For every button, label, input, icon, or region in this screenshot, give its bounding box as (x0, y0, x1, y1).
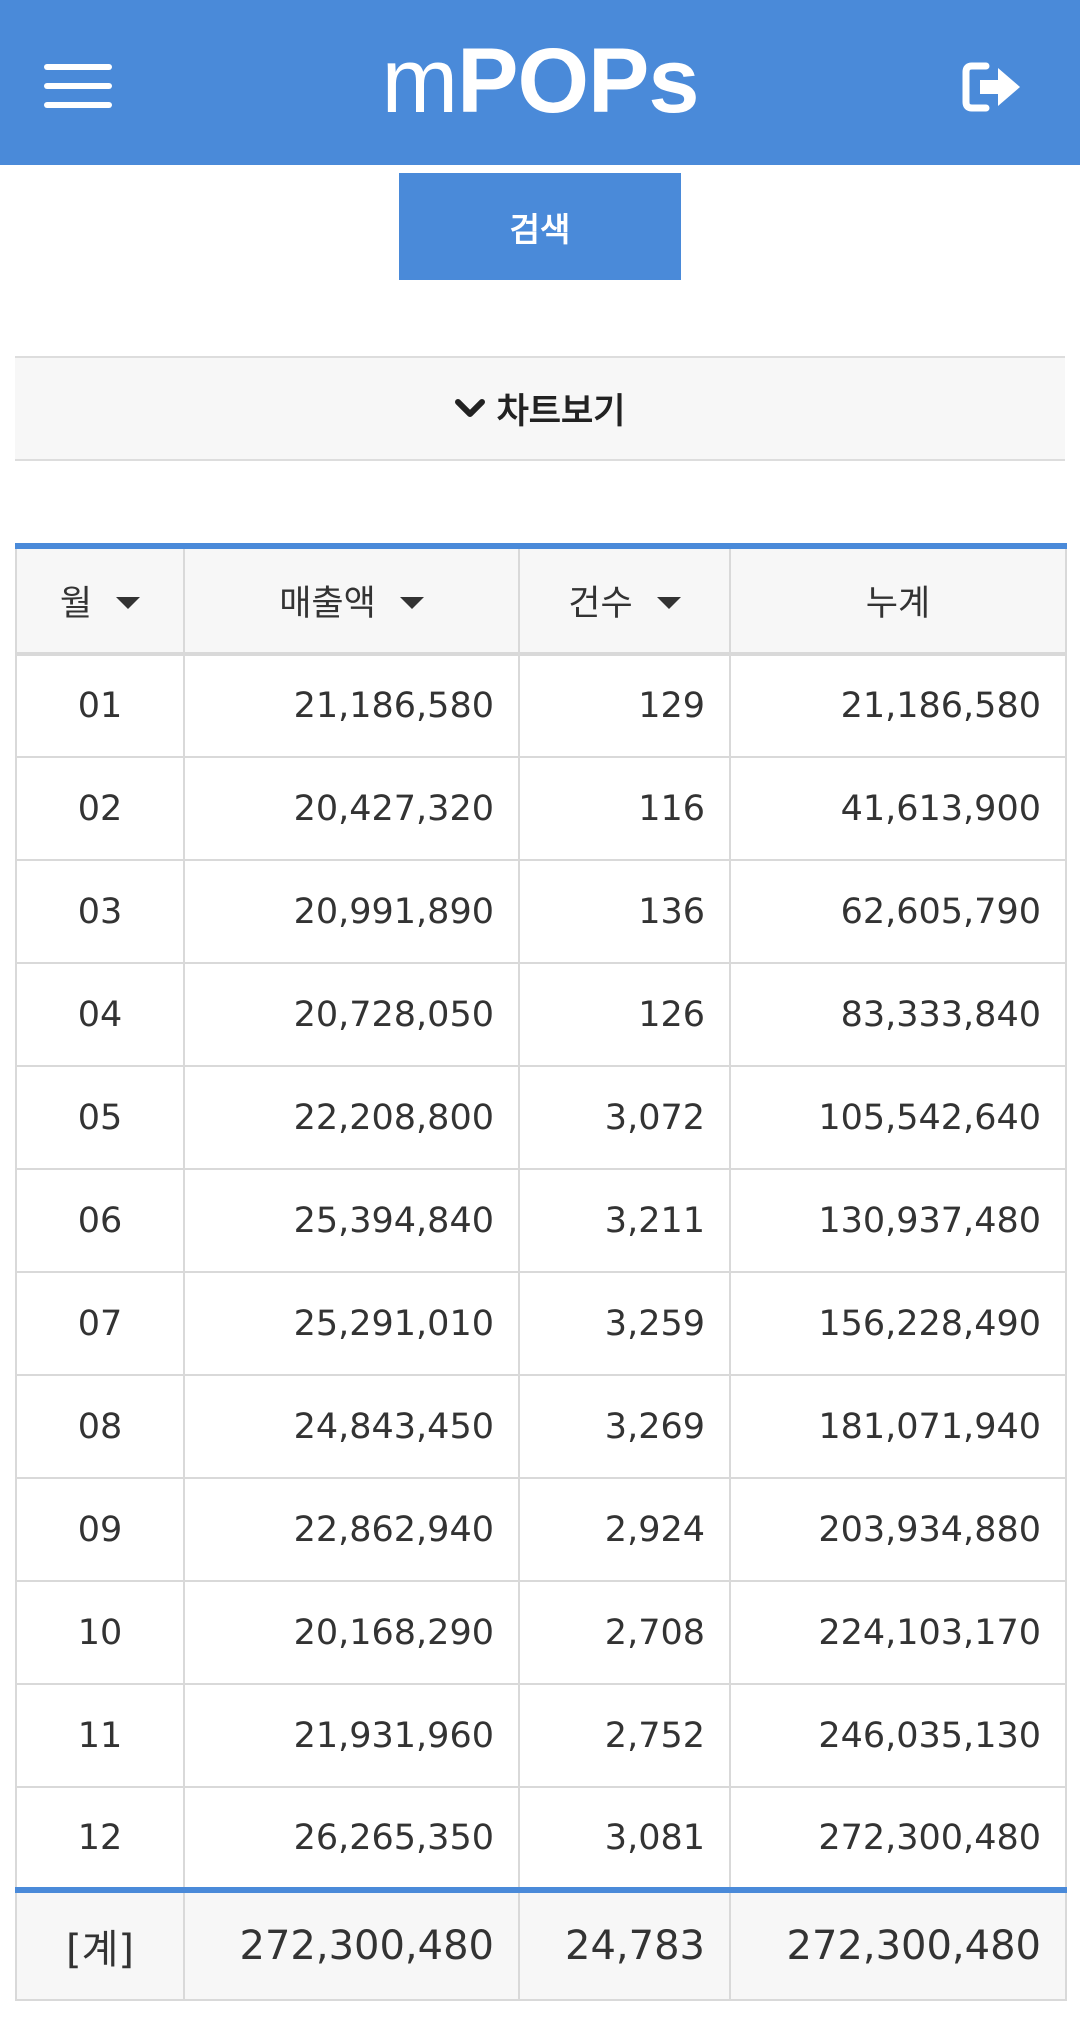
table-row: 04 20,728,050 126 83,333,840 (15, 962, 1067, 1067)
column-header-cumulative: 누계 (729, 545, 1067, 656)
column-header-label: 누계 (865, 584, 931, 624)
cumulative-cell: 224,103,170 (729, 1580, 1067, 1685)
table-row: 09 22,862,940 2,924 203,934,880 (15, 1477, 1067, 1582)
column-header-sales[interactable]: 매출액 (183, 545, 520, 656)
month-cell: 06 (15, 1168, 185, 1273)
total-cumulative-cell: 272,300,480 (729, 1889, 1067, 2001)
column-header-month[interactable]: 월 (15, 545, 185, 656)
sales-cell: 22,208,800 (183, 1065, 520, 1170)
sales-cell: 20,427,320 (183, 756, 520, 861)
total-label-cell: [계] (15, 1889, 185, 2001)
table-header-row: 월 매출액 건수 누계 (15, 545, 1067, 656)
count-cell: 3,211 (518, 1168, 731, 1273)
chart-toggle-button[interactable]: 차트보기 (15, 356, 1065, 461)
search-button[interactable]: 검색 (399, 173, 681, 280)
month-cell: 11 (15, 1683, 185, 1788)
cumulative-cell: 181,071,940 (729, 1374, 1067, 1479)
sort-caret-icon (656, 597, 681, 609)
table-row: 08 24,843,450 3,269 181,071,940 (15, 1374, 1067, 1479)
sales-cell: 25,394,840 (183, 1168, 520, 1273)
cumulative-cell: 62,605,790 (729, 859, 1067, 964)
month-cell: 12 (15, 1786, 185, 1891)
column-header-count[interactable]: 건수 (518, 545, 731, 656)
sales-cell: 21,931,960 (183, 1683, 520, 1788)
count-cell: 3,081 (518, 1786, 731, 1891)
sales-cell: 20,168,290 (183, 1580, 520, 1685)
hamburger-menu-icon[interactable] (44, 62, 112, 110)
cumulative-cell: 21,186,580 (729, 653, 1067, 758)
count-cell: 2,708 (518, 1580, 731, 1685)
month-cell: 03 (15, 859, 185, 964)
table-total-row: [계] 272,300,480 24,783 272,300,480 (15, 1889, 1067, 2001)
count-cell: 129 (518, 653, 731, 758)
count-cell: 116 (518, 756, 731, 861)
table-row: 02 20,427,320 116 41,613,900 (15, 756, 1067, 861)
count-cell: 3,259 (518, 1271, 731, 1376)
sales-cell: 24,843,450 (183, 1374, 520, 1479)
chevron-down-icon (454, 398, 485, 417)
cumulative-cell: 83,333,840 (729, 962, 1067, 1067)
table-row: 12 26,265,350 3,081 272,300,480 (15, 1786, 1067, 1891)
table-row: 05 22,208,800 3,072 105,542,640 (15, 1065, 1067, 1170)
count-cell: 126 (518, 962, 731, 1067)
count-cell: 2,924 (518, 1477, 731, 1582)
sort-caret-icon (116, 597, 141, 609)
month-cell: 04 (15, 962, 185, 1067)
sales-cell: 20,728,050 (183, 962, 520, 1067)
count-cell: 2,752 (518, 1683, 731, 1788)
cumulative-cell: 246,035,130 (729, 1683, 1067, 1788)
month-cell: 01 (15, 653, 185, 758)
logout-icon[interactable] (962, 60, 1024, 114)
month-cell: 07 (15, 1271, 185, 1376)
column-header-label: 매출액 (279, 584, 376, 624)
cumulative-cell: 272,300,480 (729, 1786, 1067, 1891)
total-count-cell: 24,783 (518, 1889, 731, 2001)
chart-toggle-label: 차트보기 (496, 392, 626, 432)
cumulative-cell: 156,228,490 (729, 1271, 1067, 1376)
app-logo: mPOPs (340, 26, 740, 136)
logo-pops: POPs (457, 30, 699, 132)
cumulative-cell: 130,937,480 (729, 1168, 1067, 1273)
table-row: 06 25,394,840 3,211 130,937,480 (15, 1168, 1067, 1273)
table-row: 10 20,168,290 2,708 224,103,170 (15, 1580, 1067, 1685)
count-cell: 3,072 (518, 1065, 731, 1170)
sales-cell: 25,291,010 (183, 1271, 520, 1376)
month-cell: 10 (15, 1580, 185, 1685)
sort-caret-icon (399, 597, 424, 609)
count-cell: 3,269 (518, 1374, 731, 1479)
logo-m: m (381, 30, 458, 132)
table-row: 01 21,186,580 129 21,186,580 (15, 653, 1067, 758)
cumulative-cell: 203,934,880 (729, 1477, 1067, 1582)
month-cell: 09 (15, 1477, 185, 1582)
total-sales-cell: 272,300,480 (183, 1889, 520, 2001)
monthly-sales-table: 월 매출액 건수 누계 01 21,186,580 129 21,186,580 02… (15, 543, 1067, 2001)
column-header-label: 건수 (568, 584, 633, 624)
sales-cell: 26,265,350 (183, 1786, 520, 1891)
count-cell: 136 (518, 859, 731, 964)
month-cell: 05 (15, 1065, 185, 1170)
sales-cell: 22,862,940 (183, 1477, 520, 1582)
month-cell: 08 (15, 1374, 185, 1479)
sales-cell: 21,186,580 (183, 653, 520, 758)
table-row: 11 21,931,960 2,752 246,035,130 (15, 1683, 1067, 1788)
table-row: 03 20,991,890 136 62,605,790 (15, 859, 1067, 964)
cumulative-cell: 105,542,640 (729, 1065, 1067, 1170)
sales-cell: 20,991,890 (183, 859, 520, 964)
table-row: 07 25,291,010 3,259 156,228,490 (15, 1271, 1067, 1376)
cumulative-cell: 41,613,900 (729, 756, 1067, 861)
app-header: mPOPs (0, 0, 1080, 165)
month-cell: 02 (15, 756, 185, 861)
column-header-label: 월 (59, 584, 93, 624)
